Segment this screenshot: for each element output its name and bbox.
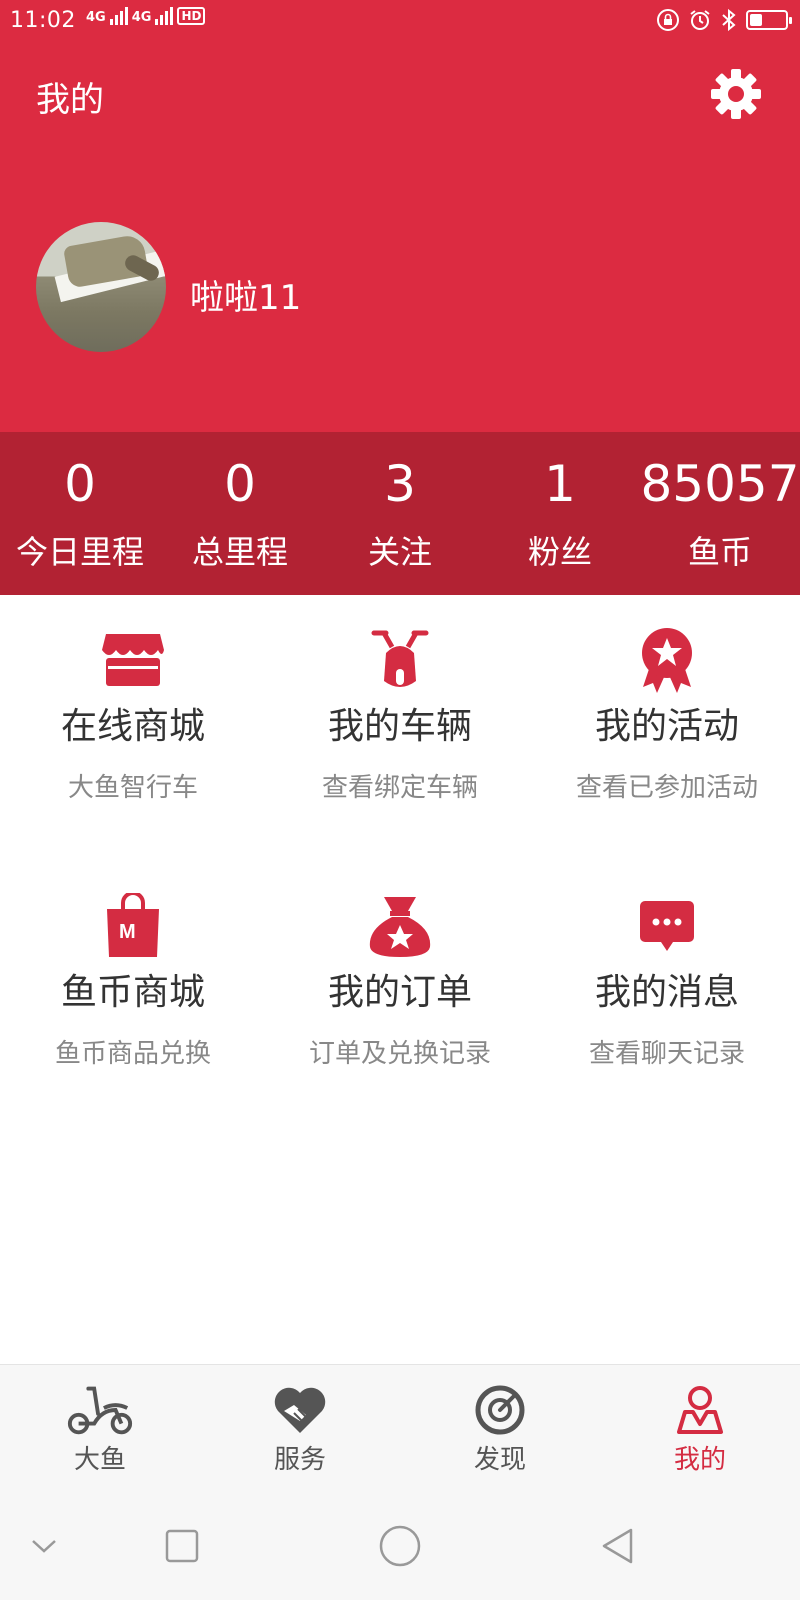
- menu-subtitle: 大鱼智行车: [67, 773, 198, 803]
- status-bar: 11:02 4G 4G HD: [0, 0, 800, 42]
- tab-dayu[interactable]: 大鱼: [0, 1365, 200, 1486]
- menu-subtitle: 订单及兑换记录: [308, 1039, 491, 1069]
- menu-subtitle: 鱼币商品兑换: [54, 1039, 211, 1069]
- tab-mine[interactable]: 我的: [600, 1365, 800, 1486]
- notification-pulldown-button[interactable]: [14, 1516, 74, 1576]
- menu-title: 我的订单: [327, 972, 472, 1013]
- stat-fans[interactable]: 1 粉丝: [480, 432, 640, 595]
- stat-value: 85057: [640, 455, 800, 513]
- compass-icon: [465, 1381, 535, 1439]
- tab-label: 发现: [473, 1445, 526, 1475]
- menu-title: 在线商城: [60, 706, 205, 747]
- hd-voice-badge: HD: [177, 7, 206, 25]
- handshake-heart-icon: [265, 1381, 335, 1439]
- tab-discover[interactable]: 发现: [400, 1365, 600, 1486]
- battery-level: [750, 14, 762, 26]
- stat-label: 关注: [367, 533, 432, 571]
- lock-rotation-icon: [657, 9, 679, 31]
- bluetooth-icon: [722, 8, 736, 32]
- shopping-bag-icon: M: [98, 891, 168, 961]
- scooter-icon: [365, 625, 435, 695]
- avatar[interactable]: [36, 222, 166, 352]
- stat-fish-coins[interactable]: 85057 鱼币: [640, 432, 800, 595]
- menu-title: 我的车辆: [327, 706, 472, 747]
- menu-title: 我的消息: [594, 972, 739, 1013]
- menu-my-activities[interactable]: 我的活动 查看已参加活动: [534, 595, 800, 861]
- stat-value: 1: [544, 455, 576, 513]
- chevron-down-icon: [32, 1540, 56, 1553]
- page-title: 我的: [36, 80, 104, 120]
- recents-button[interactable]: [152, 1516, 212, 1576]
- signal-bars-1-icon: [109, 7, 128, 25]
- tab-label: 我的: [673, 1445, 726, 1475]
- alarm-icon: [690, 10, 710, 30]
- home-circle-icon: [379, 1525, 421, 1567]
- user-profile-icon: [665, 1381, 735, 1439]
- stat-label: 今日里程: [15, 533, 144, 571]
- system-navigation-bar: [0, 1486, 800, 1600]
- scooter-outline-icon: [65, 1381, 135, 1439]
- tab-service[interactable]: 服务: [200, 1365, 400, 1486]
- status-time: 11:02: [10, 8, 76, 33]
- network-type-1: 4G: [86, 10, 106, 25]
- network-type-2: 4G: [131, 10, 152, 25]
- signal-indicators: 4G 4G HD: [86, 7, 206, 25]
- gear-icon: [711, 69, 761, 119]
- stat-value: 0: [64, 455, 96, 513]
- bottom-tab-bar: 大鱼 服务 发现 我的: [0, 1364, 800, 1486]
- tab-label: 服务: [273, 1445, 326, 1475]
- status-icons: [656, 8, 792, 32]
- svg-text:M: M: [119, 921, 136, 943]
- stat-total-mileage[interactable]: 0 总里程: [160, 432, 320, 595]
- menu-title: 鱼币商城: [60, 972, 205, 1013]
- menu-online-store[interactable]: 在线商城 大鱼智行车: [0, 595, 266, 861]
- stat-value: 0: [224, 455, 256, 513]
- signal-bars-2-icon: [155, 7, 174, 25]
- menu-subtitle: 查看聊天记录: [588, 1039, 745, 1069]
- stat-label: 粉丝: [527, 533, 592, 571]
- back-triangle-icon: [602, 1528, 633, 1564]
- profile-header: 11:02 4G 4G HD 我的 啦啦11: [0, 0, 800, 432]
- back-button[interactable]: [588, 1516, 648, 1576]
- menu-my-messages[interactable]: 我的消息 查看聊天记录: [534, 861, 800, 1127]
- menu-my-vehicle[interactable]: 我的车辆 查看绑定车辆: [267, 595, 533, 861]
- award-medal-icon: [632, 625, 702, 695]
- stats-bar: 0 今日里程 0 总里程 3 关注 1 粉丝 85057 鱼币: [0, 432, 800, 595]
- menu-coin-store[interactable]: M 鱼币商城 鱼币商品兑换: [0, 861, 266, 1127]
- stat-following[interactable]: 3 关注: [320, 432, 480, 595]
- username[interactable]: 啦啦11: [190, 270, 301, 319]
- recents-square-icon: [165, 1529, 199, 1563]
- menu-my-orders[interactable]: 我的订单 订单及兑换记录: [267, 861, 533, 1127]
- tab-label: 大鱼: [73, 1445, 126, 1475]
- stat-today-mileage[interactable]: 0 今日里程: [0, 432, 160, 595]
- stat-label: 总里程: [191, 533, 288, 571]
- menu-subtitle: 查看绑定车辆: [321, 773, 478, 803]
- store-icon: [98, 625, 168, 695]
- settings-button[interactable]: [708, 66, 764, 122]
- money-bag-icon: [365, 891, 435, 961]
- home-button[interactable]: [370, 1516, 430, 1576]
- battery-icon: [746, 10, 792, 30]
- chat-bubble-icon: [632, 891, 702, 961]
- stat-value: 3: [384, 455, 416, 513]
- menu-title: 我的活动: [594, 706, 739, 747]
- menu-subtitle: 查看已参加活动: [575, 773, 758, 803]
- stat-label: 鱼币: [687, 533, 752, 571]
